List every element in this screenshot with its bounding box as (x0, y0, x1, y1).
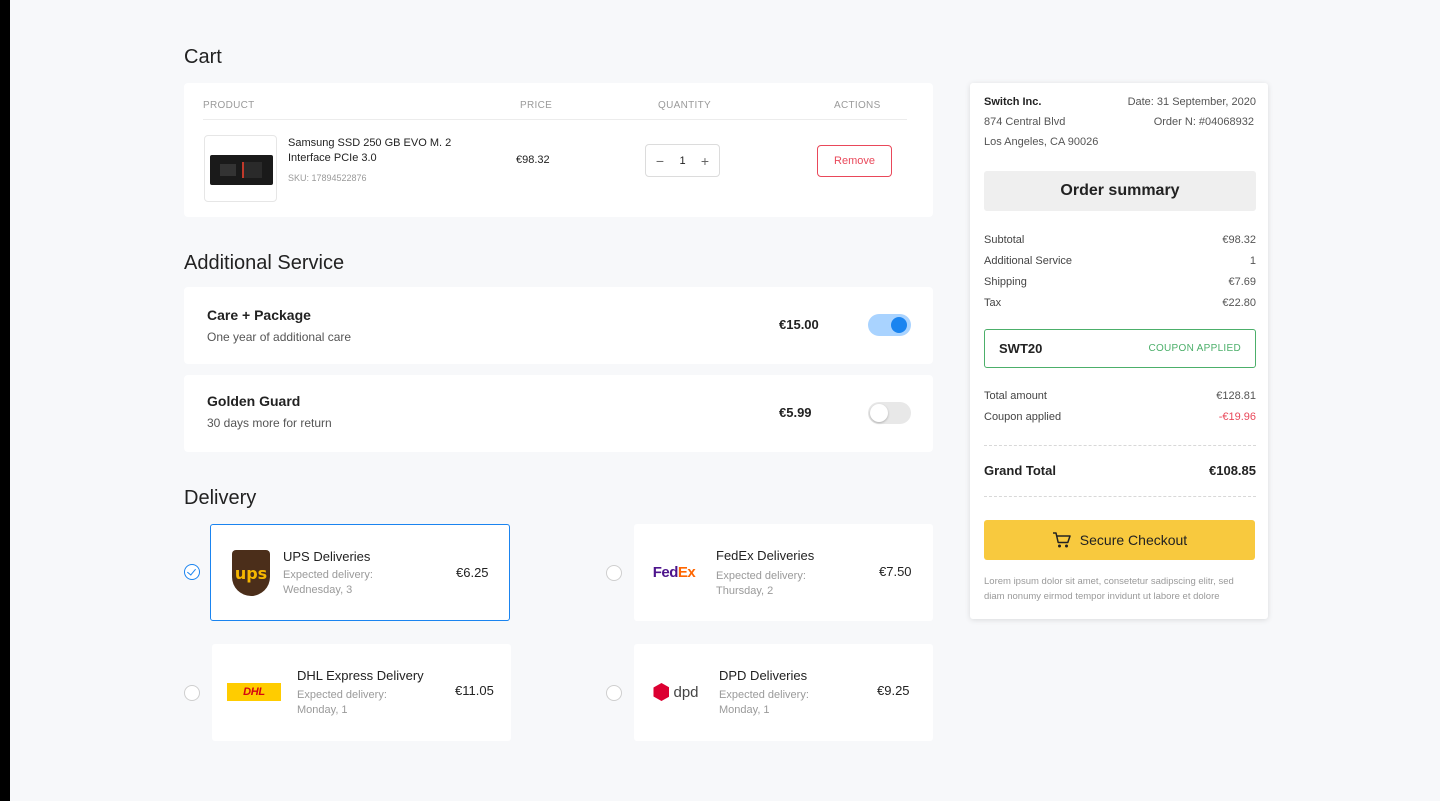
summary-row-coupon-applied: Coupon applied -€19.96 (984, 411, 1256, 423)
increment-button[interactable]: + (699, 153, 711, 169)
care-package-toggle[interactable] (868, 314, 911, 336)
additional-service-title: Additional Service (184, 252, 345, 274)
coupon-field[interactable]: SWT20 COUPON APPLIED (984, 329, 1256, 368)
summary-divider (984, 496, 1256, 497)
delivery-name: UPS Deliveries (283, 549, 371, 564)
order-number: Order N: #04068932 (1153, 116, 1254, 128)
order-summary-panel: Switch Inc. 874 Central Blvd Los Angeles… (970, 83, 1268, 619)
fedex-radio[interactable] (606, 565, 622, 581)
dhl-radio[interactable] (184, 685, 200, 701)
fedex-logo-icon: FedEx (652, 563, 696, 581)
service-name: Care + Package (207, 307, 311, 323)
delivery-title: Delivery (184, 487, 257, 509)
summary-row-tax: Tax €22.80 (984, 297, 1256, 309)
dpd-logo-icon: dpd (650, 669, 702, 715)
cart-icon (1052, 532, 1071, 548)
decrement-button[interactable]: − (654, 153, 666, 169)
service-description: 30 days more for return (207, 416, 332, 430)
company-address-line1: 874 Central Blvd (984, 116, 1066, 128)
service-name: Golden Guard (207, 393, 301, 409)
summary-row-additional-service: Additional Service 1 (984, 255, 1256, 267)
toggle-knob (891, 317, 907, 333)
quantity-stepper: − 1 + (645, 144, 720, 177)
delivery-price: €7.50 (879, 564, 912, 579)
service-care-package: Care + Package One year of additional ca… (184, 287, 933, 364)
cart-title: Cart (184, 46, 222, 68)
page-canvas: Cart PRODUCT PRICE QUANTITY ACTIONS Sams… (10, 0, 1440, 801)
delivery-option-fedex[interactable]: FedEx FedEx Deliveries Expected delivery… (634, 524, 933, 621)
service-description: One year of additional care (207, 330, 352, 344)
quantity-value[interactable]: 1 (679, 155, 685, 167)
grand-total-row: Grand Total €108.85 (984, 463, 1256, 478)
product-sku: SKU: 17894522876 (288, 173, 367, 183)
coupon-code: SWT20 (999, 341, 1043, 356)
ups-radio[interactable] (184, 564, 200, 580)
service-price: €15.00 (779, 317, 819, 332)
delivery-price: €9.25 (877, 683, 910, 698)
coupon-status: COUPON APPLIED (1148, 343, 1241, 354)
header-actions: ACTIONS (834, 100, 881, 111)
delivery-name: FedEx Deliveries (716, 548, 815, 563)
header-price: PRICE (520, 100, 553, 111)
secure-checkout-button[interactable]: Secure Checkout (984, 520, 1255, 560)
order-date: Date: 31 September, 2020 (1127, 96, 1256, 108)
service-price: €5.99 (779, 405, 812, 420)
header-quantity: QUANTITY (658, 100, 711, 111)
ssd-image (210, 155, 273, 185)
delivery-price: €11.05 (455, 683, 494, 698)
summary-row-total-amount: Total amount €128.81 (984, 390, 1256, 402)
order-summary-title: Order summary (984, 171, 1256, 211)
company-address-line2: Los Angeles, CA 90026 (984, 136, 1099, 148)
checkout-label: Secure Checkout (1079, 532, 1188, 548)
delivery-expected: Expected delivery: Wednesday, 3 (283, 569, 373, 596)
service-golden-guard: Golden Guard 30 days more for return €5.… (184, 375, 933, 452)
product-name: Samsung SSD 250 GB EVO M. 2 Interface PC… (288, 137, 452, 164)
delivery-expected: Expected delivery: Monday, 1 (297, 689, 387, 716)
cart-card: PRODUCT PRICE QUANTITY ACTIONS Samsung S… (184, 83, 933, 217)
golden-guard-toggle[interactable] (868, 402, 911, 424)
dhl-logo-icon: DHL (226, 669, 282, 715)
checkout-note: Lorem ipsum dolor sit amet, consetetur s… (984, 576, 1234, 602)
summary-row-subtotal: Subtotal €98.32 (984, 234, 1256, 246)
summary-divider (984, 445, 1256, 446)
delivery-expected: Expected delivery: Thursday, 2 (716, 570, 806, 597)
header-product: PRODUCT (203, 100, 255, 111)
company-name: Switch Inc. (984, 96, 1042, 108)
summary-row-shipping: Shipping €7.69 (984, 276, 1256, 288)
delivery-expected: Expected delivery: Monday, 1 (719, 689, 809, 716)
toggle-knob (870, 404, 888, 422)
ups-logo-icon: ups (225, 550, 277, 596)
delivery-name: DPD Deliveries (719, 668, 808, 683)
delivery-price: €6.25 (456, 565, 489, 580)
remove-button[interactable]: Remove (817, 145, 892, 177)
cart-divider (203, 119, 907, 120)
delivery-option-dpd[interactable]: dpd DPD Deliveries Expected delivery: Mon… (634, 644, 933, 741)
product-thumbnail (204, 135, 277, 202)
delivery-option-ups[interactable]: ups UPS Deliveries Expected delivery: Wed… (210, 524, 510, 621)
delivery-name: DHL Express Delivery (297, 668, 424, 683)
product-price: €98.32 (516, 154, 550, 166)
dpd-radio[interactable] (606, 685, 622, 701)
delivery-option-dhl[interactable]: DHL DHL Express Delivery Expected delive… (212, 644, 511, 741)
